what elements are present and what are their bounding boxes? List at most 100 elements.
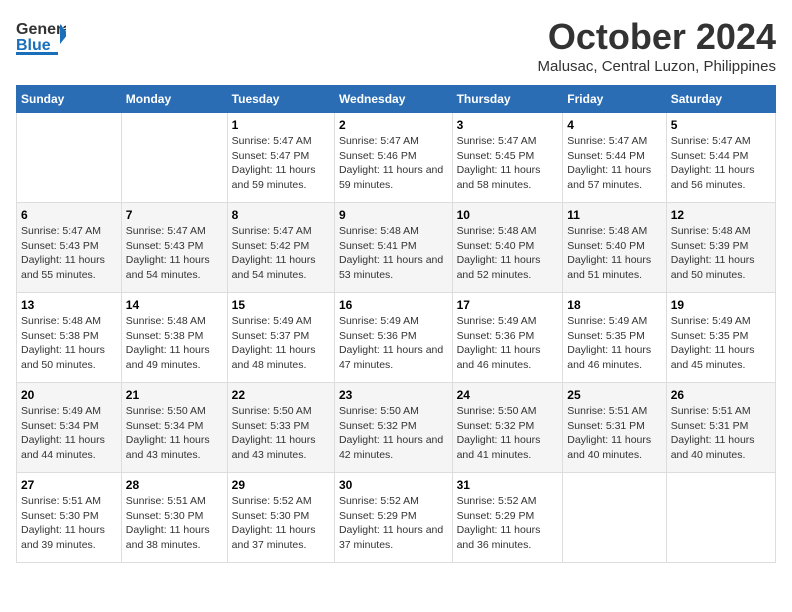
- calendar-day-cell: 27 Sunrise: 5:51 AMSunset: 5:30 PMDayligh…: [17, 473, 122, 563]
- day-number: 21: [126, 388, 223, 402]
- calendar-week-row: 1 Sunrise: 5:47 AMSunset: 5:47 PMDaylight…: [17, 113, 776, 203]
- calendar-day-cell: 2 Sunrise: 5:47 AMSunset: 5:46 PMDaylight…: [334, 113, 452, 203]
- day-number: 13: [21, 298, 117, 312]
- day-number: 19: [671, 298, 771, 312]
- day-info: Sunrise: 5:49 AMSunset: 5:35 PMDaylight:…: [671, 314, 771, 373]
- calendar-day-cell: 8 Sunrise: 5:47 AMSunset: 5:42 PMDaylight…: [227, 203, 334, 293]
- day-number: 6: [21, 208, 117, 222]
- calendar-day-cell: 24Sunrise: 5:50 AMSunset: 5:32 PMDayligh…: [452, 383, 563, 473]
- day-number: 25: [567, 388, 661, 402]
- svg-text:Blue: Blue: [16, 37, 51, 54]
- calendar-day-cell: [666, 473, 775, 563]
- calendar-day-cell: 26 Sunrise: 5:51 AMSunset: 5:31 PMDayligh…: [666, 383, 775, 473]
- day-number: 23: [339, 388, 448, 402]
- calendar-day-cell: [17, 113, 122, 203]
- calendar-day-cell: 13 Sunrise: 5:48 AMSunset: 5:38 PMDayligh…: [17, 293, 122, 383]
- day-info: Sunrise: 5:48 AMSunset: 5:38 PMDaylight:…: [126, 314, 223, 373]
- day-number: 5: [671, 118, 771, 132]
- col-saturday: Saturday: [666, 86, 775, 113]
- day-info: Sunrise: 5:49 AMSunset: 5:36 PMDaylight:…: [457, 314, 559, 373]
- day-number: 12: [671, 208, 771, 222]
- day-number: 2: [339, 118, 448, 132]
- day-info: Sunrise: 5:52 AMSunset: 5:29 PMDaylight:…: [457, 494, 559, 553]
- day-number: 27: [21, 478, 117, 492]
- title-block: October 2024 Malusac, Central Luzon, Phi…: [538, 16, 776, 75]
- day-info: Sunrise: 5:48 AMSunset: 5:40 PMDaylight:…: [567, 224, 661, 283]
- day-info: Sunrise: 5:47 AMSunset: 5:43 PMDaylight:…: [126, 224, 223, 283]
- day-info: Sunrise: 5:52 AMSunset: 5:29 PMDaylight:…: [339, 494, 448, 553]
- day-info: Sunrise: 5:51 AMSunset: 5:30 PMDaylight:…: [126, 494, 223, 553]
- day-info: Sunrise: 5:50 AMSunset: 5:32 PMDaylight:…: [457, 404, 559, 463]
- day-info: Sunrise: 5:47 AMSunset: 5:42 PMDaylight:…: [232, 224, 330, 283]
- calendar-day-cell: 3 Sunrise: 5:47 AMSunset: 5:45 PMDaylight…: [452, 113, 563, 203]
- day-info: Sunrise: 5:48 AMSunset: 5:41 PMDaylight:…: [339, 224, 448, 283]
- calendar-day-cell: 9 Sunrise: 5:48 AMSunset: 5:41 PMDaylight…: [334, 203, 452, 293]
- col-sunday: Sunday: [17, 86, 122, 113]
- day-info: Sunrise: 5:47 AMSunset: 5:44 PMDaylight:…: [671, 134, 771, 193]
- calendar-table: Sunday Monday Tuesday Wednesday Thursday…: [16, 85, 776, 563]
- day-info: Sunrise: 5:48 AMSunset: 5:38 PMDaylight:…: [21, 314, 117, 373]
- day-number: 14: [126, 298, 223, 312]
- calendar-day-cell: 16Sunrise: 5:49 AMSunset: 5:36 PMDayligh…: [334, 293, 452, 383]
- day-info: Sunrise: 5:49 AMSunset: 5:36 PMDaylight:…: [339, 314, 448, 373]
- day-info: Sunrise: 5:47 AMSunset: 5:46 PMDaylight:…: [339, 134, 448, 193]
- day-info: Sunrise: 5:51 AMSunset: 5:31 PMDaylight:…: [671, 404, 771, 463]
- day-number: 31: [457, 478, 559, 492]
- day-info: Sunrise: 5:48 AMSunset: 5:39 PMDaylight:…: [671, 224, 771, 283]
- calendar-day-cell: 5 Sunrise: 5:47 AMSunset: 5:44 PMDaylight…: [666, 113, 775, 203]
- calendar-day-cell: 21Sunrise: 5:50 AMSunset: 5:34 PMDayligh…: [121, 383, 227, 473]
- calendar-day-cell: 17 Sunrise: 5:49 AMSunset: 5:36 PMDayligh…: [452, 293, 563, 383]
- calendar-day-cell: 6 Sunrise: 5:47 AMSunset: 5:43 PMDaylight…: [17, 203, 122, 293]
- calendar-week-row: 20Sunrise: 5:49 AMSunset: 5:34 PMDayligh…: [17, 383, 776, 473]
- day-info: Sunrise: 5:49 AMSunset: 5:37 PMDaylight:…: [232, 314, 330, 373]
- day-number: 1: [232, 118, 330, 132]
- calendar-day-cell: 25 Sunrise: 5:51 AMSunset: 5:31 PMDayligh…: [563, 383, 666, 473]
- calendar-day-cell: 31 Sunrise: 5:52 AMSunset: 5:29 PMDayligh…: [452, 473, 563, 563]
- day-number: 8: [232, 208, 330, 222]
- day-info: Sunrise: 5:50 AMSunset: 5:33 PMDaylight:…: [232, 404, 330, 463]
- day-number: 30: [339, 478, 448, 492]
- page-subtitle: Malusac, Central Luzon, Philippines: [538, 58, 776, 75]
- calendar-week-row: 6 Sunrise: 5:47 AMSunset: 5:43 PMDaylight…: [17, 203, 776, 293]
- calendar-body: 1 Sunrise: 5:47 AMSunset: 5:47 PMDaylight…: [17, 113, 776, 563]
- calendar-day-cell: 18 Sunrise: 5:49 AMSunset: 5:35 PMDayligh…: [563, 293, 666, 383]
- col-tuesday: Tuesday: [227, 86, 334, 113]
- day-info: Sunrise: 5:49 AMSunset: 5:34 PMDaylight:…: [21, 404, 117, 463]
- col-thursday: Thursday: [452, 86, 563, 113]
- day-number: 9: [339, 208, 448, 222]
- page-title: October 2024: [538, 16, 776, 58]
- calendar-day-cell: 7 Sunrise: 5:47 AMSunset: 5:43 PMDaylight…: [121, 203, 227, 293]
- calendar-day-cell: 10Sunrise: 5:48 AMSunset: 5:40 PMDayligh…: [452, 203, 563, 293]
- calendar-day-cell: 15Sunrise: 5:49 AMSunset: 5:37 PMDayligh…: [227, 293, 334, 383]
- day-info: Sunrise: 5:47 AMSunset: 5:45 PMDaylight:…: [457, 134, 559, 193]
- day-info: Sunrise: 5:47 AMSunset: 5:44 PMDaylight:…: [567, 134, 661, 193]
- day-info: Sunrise: 5:47 AMSunset: 5:47 PMDaylight:…: [232, 134, 330, 193]
- day-info: Sunrise: 5:51 AMSunset: 5:31 PMDaylight:…: [567, 404, 661, 463]
- day-info: Sunrise: 5:51 AMSunset: 5:30 PMDaylight:…: [21, 494, 117, 553]
- col-monday: Monday: [121, 86, 227, 113]
- day-number: 7: [126, 208, 223, 222]
- col-wednesday: Wednesday: [334, 86, 452, 113]
- day-info: Sunrise: 5:47 AMSunset: 5:43 PMDaylight:…: [21, 224, 117, 283]
- day-number: 26: [671, 388, 771, 402]
- calendar-day-cell: 29Sunrise: 5:52 AMSunset: 5:30 PMDayligh…: [227, 473, 334, 563]
- svg-text:General: General: [16, 21, 66, 38]
- calendar-week-row: 13 Sunrise: 5:48 AMSunset: 5:38 PMDayligh…: [17, 293, 776, 383]
- day-number: 4: [567, 118, 661, 132]
- day-number: 28: [126, 478, 223, 492]
- col-friday: Friday: [563, 86, 666, 113]
- calendar-day-cell: [563, 473, 666, 563]
- calendar-day-cell: 4 Sunrise: 5:47 AMSunset: 5:44 PMDaylight…: [563, 113, 666, 203]
- header-row: Sunday Monday Tuesday Wednesday Thursday…: [17, 86, 776, 113]
- day-number: 18: [567, 298, 661, 312]
- day-info: Sunrise: 5:48 AMSunset: 5:40 PMDaylight:…: [457, 224, 559, 283]
- calendar-day-cell: 22 Sunrise: 5:50 AMSunset: 5:33 PMDayligh…: [227, 383, 334, 473]
- day-number: 3: [457, 118, 559, 132]
- day-number: 22: [232, 388, 330, 402]
- calendar-day-cell: 14 Sunrise: 5:48 AMSunset: 5:38 PMDayligh…: [121, 293, 227, 383]
- day-info: Sunrise: 5:50 AMSunset: 5:32 PMDaylight:…: [339, 404, 448, 463]
- day-info: Sunrise: 5:49 AMSunset: 5:35 PMDaylight:…: [567, 314, 661, 373]
- day-info: Sunrise: 5:52 AMSunset: 5:30 PMDaylight:…: [232, 494, 330, 553]
- day-number: 17: [457, 298, 559, 312]
- calendar-week-row: 27 Sunrise: 5:51 AMSunset: 5:30 PMDayligh…: [17, 473, 776, 563]
